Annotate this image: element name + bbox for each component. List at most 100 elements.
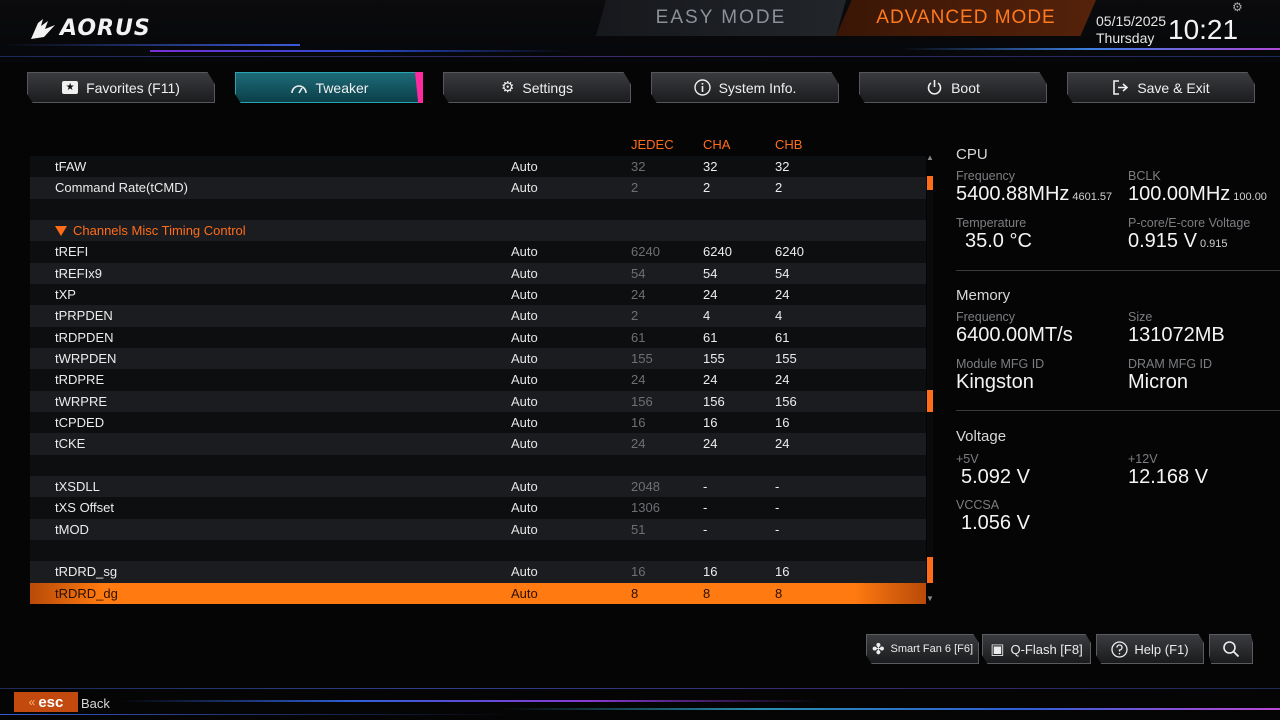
- memory-dram-mfg: DRAM MFG ID Micron: [1128, 357, 1213, 393]
- jedec-value: 16: [631, 564, 646, 580]
- star-icon: ★: [62, 81, 79, 94]
- esc-button[interactable]: « esc: [14, 692, 78, 712]
- table-row[interactable]: tRDPDEN Auto 61 61 61: [30, 326, 926, 348]
- table-row[interactable]: tPRPDEN Auto 2 4 4: [30, 305, 926, 327]
- smart-fan-button[interactable]: ✤ Smart Fan 6 [F6]: [866, 634, 979, 664]
- scroll-down-arrow-icon[interactable]: ▼: [926, 594, 934, 603]
- tab-tweaker[interactable]: Tweaker: [235, 72, 423, 103]
- table-row[interactable]: tCKE Auto 24 24 24: [30, 433, 926, 455]
- column-header-cha: CHA: [703, 137, 731, 152]
- tab-save-exit[interactable]: Save & Exit: [1067, 72, 1255, 103]
- chb-value: -: [775, 500, 780, 516]
- double-chevron-left-icon: «: [28, 695, 36, 709]
- voltage-vccsa: VCCSA 1.056 V: [956, 498, 1030, 534]
- cha-value: 2: [703, 180, 711, 196]
- chb-value: 24: [775, 436, 790, 452]
- section-header-row[interactable]: Channels Misc Timing Control: [30, 219, 926, 242]
- setting-mode: Auto: [511, 500, 538, 516]
- cha-value: 24: [703, 372, 718, 388]
- panel-divider: [956, 410, 1280, 411]
- setting-name: tXSDLL: [55, 479, 100, 495]
- jedec-value: 155: [631, 351, 653, 367]
- advanced-mode-button[interactable]: ADVANCED MODE: [836, 0, 1096, 36]
- column-header-chb: CHB: [775, 137, 803, 152]
- cha-value: 54: [703, 265, 718, 281]
- cha-value: -: [703, 500, 708, 516]
- tab-label: Tweaker: [315, 79, 369, 96]
- table-row[interactable]: tMOD Auto 51 - -: [30, 518, 926, 540]
- settings-gear-icon[interactable]: ⚙: [1232, 0, 1243, 14]
- jedec-value: 6240: [631, 244, 660, 260]
- setting-name: tRDRD_sg: [55, 564, 118, 580]
- jedec-value: 156: [631, 393, 653, 409]
- tab-system-info[interactable]: System Info.: [651, 72, 839, 103]
- advanced-mode-label: ADVANCED MODE: [876, 7, 1056, 28]
- cha-value: 155: [703, 351, 725, 367]
- cpu-title: CPU: [956, 146, 988, 163]
- table-row[interactable]: tXSDLL Auto 2048 - -: [30, 475, 926, 498]
- q-flash-button[interactable]: ▣ Q-Flash [F8]: [982, 634, 1091, 664]
- jedec-value: 8: [631, 585, 639, 601]
- table-row[interactable]: tRDPRE Auto 24 24 24: [30, 369, 926, 391]
- chb-value: 6240: [775, 244, 804, 260]
- table-row[interactable]: tREFI Auto 6240 6240 6240: [30, 241, 926, 263]
- tab-label: System Info.: [718, 79, 797, 96]
- setting-name: tCPDED: [55, 415, 105, 431]
- tab-settings[interactable]: ⚙ Settings: [443, 72, 631, 103]
- chb-value: -: [775, 521, 780, 537]
- chb-value: 155: [775, 351, 797, 367]
- table-row[interactable]: tWRPRE Auto 156 156 156: [30, 390, 926, 412]
- chb-value: 24: [775, 287, 790, 303]
- table-row[interactable]: tXP Auto 24 24 24: [30, 283, 926, 306]
- jedec-value: 24: [631, 436, 646, 452]
- timing-table: tFAW Auto 32 32 32 Command Rate(tCMD) Auto 2 2 2 C…: [30, 156, 926, 604]
- setting-name: tCKE: [55, 436, 86, 452]
- setting-name: tFAW: [55, 159, 87, 175]
- date-display: 05/15/2025 Thursday: [1096, 13, 1166, 47]
- easy-mode-button[interactable]: EASY MODE: [596, 0, 846, 36]
- table-row[interactable]: tCPDED Auto 16 16 16: [30, 411, 926, 434]
- table-row[interactable]: tXS Offset Auto 1306 - -: [30, 497, 926, 519]
- table-row[interactable]: tRDRD_sg Auto 16 16 16: [30, 561, 926, 583]
- help-button[interactable]: Help (F1): [1096, 634, 1204, 664]
- tab-boot[interactable]: Boot: [859, 72, 1047, 103]
- scrollbar-thumb[interactable]: [927, 176, 933, 583]
- setting-mode: Auto: [511, 351, 538, 367]
- setting-mode: Auto: [511, 159, 538, 175]
- jedec-value: 54: [631, 265, 646, 281]
- tab-label: Save & Exit: [1137, 79, 1210, 96]
- table-row[interactable]: tREFIx9 Auto 54 54 54: [30, 262, 926, 284]
- cha-value: 4: [703, 308, 711, 324]
- chb-value: 24: [775, 372, 790, 388]
- cpu-voltage: P-core/E-core Voltage 0.915 V 0.915: [1128, 216, 1251, 252]
- jedec-value: 2: [631, 308, 639, 324]
- scrollbar-track-gap: [927, 412, 933, 557]
- tab-label: Boot: [951, 79, 980, 96]
- voltage-12v: +12V 12.168 V: [1128, 452, 1209, 488]
- section-label: Channels Misc Timing Control: [55, 223, 246, 238]
- table-row[interactable]: tFAW Auto 32 32 32: [30, 156, 926, 178]
- table-row[interactable]: tRDRD_dg Auto 8 8 8: [30, 582, 926, 604]
- setting-name: tREFI: [55, 244, 89, 260]
- cpu-frequency: Frequency 5400.88MHz 4601.57: [956, 169, 1113, 205]
- cha-value: 61: [703, 329, 718, 345]
- memory-size: Size 131072MB: [1128, 310, 1225, 346]
- setting-mode: Auto: [511, 265, 538, 281]
- search-button[interactable]: [1209, 634, 1253, 664]
- voltage-title: Voltage: [956, 428, 1007, 445]
- jedec-value: 16: [631, 415, 646, 431]
- easy-mode-label: EASY MODE: [655, 7, 787, 28]
- cha-value: 156: [703, 393, 725, 409]
- setting-mode: Auto: [511, 585, 538, 601]
- table-row[interactable]: tWRPDEN Auto 155 155 155: [30, 347, 926, 370]
- jedec-value: 2: [631, 180, 639, 196]
- setting-name: tREFIx9: [55, 265, 102, 281]
- setting-name: tWRPRE: [55, 393, 107, 409]
- tab-favorites[interactable]: ★ Favorites (F11): [27, 72, 215, 103]
- table-row[interactable]: Command Rate(tCMD) Auto 2 2 2: [30, 177, 926, 199]
- chb-value: -: [775, 479, 780, 495]
- setting-name: tXS Offset: [55, 500, 115, 516]
- chb-value: 16: [775, 415, 790, 431]
- cha-value: -: [703, 479, 708, 495]
- scroll-up-arrow-icon[interactable]: ▲: [926, 153, 934, 162]
